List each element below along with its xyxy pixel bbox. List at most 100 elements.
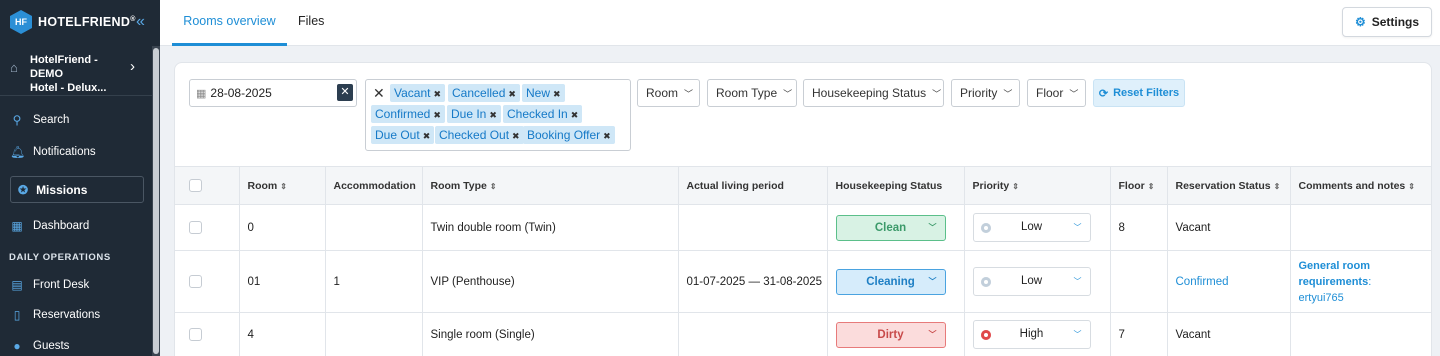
chevron-down-icon: ﹀ xyxy=(1073,277,1082,286)
sidebar-item-guests[interactable]: ● Guests xyxy=(0,333,152,356)
date-picker[interactable]: ▦ 28-08-2025 ✕ xyxy=(189,79,357,107)
row-select-cell[interactable] xyxy=(175,204,240,251)
room-filter[interactable]: Room ﹀ xyxy=(637,79,700,107)
room-type-cell: Single room (Single) xyxy=(422,312,679,356)
clear-date-icon[interactable]: ✕ xyxy=(337,84,353,101)
sidebar-item-front-desk[interactable]: ▤ Front Desk xyxy=(0,272,152,298)
select-all-checkbox[interactable] xyxy=(189,179,202,192)
housekeeping-select[interactable]: Cleaning ﹀ xyxy=(835,268,946,295)
home-icon: ⌂ xyxy=(10,60,18,75)
housekeeping-status-filter[interactable]: Housekeeping Status ﹀ xyxy=(803,79,944,107)
status-chip[interactable]: Cancelled ✖ xyxy=(448,84,520,102)
reset-filters-button[interactable]: ⟳ Reset Filters xyxy=(1093,79,1185,107)
status-chip[interactable]: Due Out ✖ xyxy=(371,126,435,144)
chevron-down-icon: ﹀ xyxy=(932,88,942,99)
room-type-filter[interactable]: Room Type ﹀ xyxy=(707,79,797,107)
chevron-down-icon: ﹀ xyxy=(1073,330,1082,339)
period-cell: 01-07-2025 — 31-08-2025 xyxy=(678,250,828,313)
remove-chip-icon: ✖ xyxy=(570,110,579,120)
chevron-down-icon: ﹀ xyxy=(1069,88,1079,99)
remove-chip-icon: ✖ xyxy=(433,89,442,99)
gear-icon: ⚙ xyxy=(1354,15,1366,29)
table-row: 0 Twin double room (Twin) Clean ﹀ Low ﹀ 8 … xyxy=(175,204,1431,251)
select-all-cell[interactable] xyxy=(175,166,240,205)
comment-note: General room requirements: ertyui765 xyxy=(1298,259,1372,304)
tab-rooms-overview[interactable]: Rooms overview xyxy=(172,0,287,46)
scrollbar-thumb[interactable] xyxy=(153,48,159,354)
brand-name: HOTELFRIEND® xyxy=(38,15,136,29)
col-floor[interactable]: Floor ⇕ xyxy=(1110,166,1168,205)
row-checkbox[interactable] xyxy=(189,221,202,234)
sidebar-scrollbar[interactable] xyxy=(152,46,160,356)
status-chip[interactable]: Due In ✖ xyxy=(447,105,501,123)
sort-icon: ⇕ xyxy=(489,181,497,191)
priority-low-icon xyxy=(980,277,991,287)
row-checkbox[interactable] xyxy=(189,275,202,288)
housekeeping-cell: Clean ﹀ xyxy=(827,204,965,251)
floor-cell: 7 xyxy=(1110,312,1168,356)
status-chip[interactable]: Vacant ✖ xyxy=(390,84,446,102)
sort-icon: ⇕ xyxy=(1147,181,1155,191)
rooms-card: ▦ 28-08-2025 ✕ ✕ Vacant ✖ Cancelled ✖ New ✖… xyxy=(174,62,1432,356)
priority-cell: Low ﹀ xyxy=(964,204,1111,251)
priority-select[interactable]: High ﹀ xyxy=(972,320,1091,349)
settings-button[interactable]: ⚙ Settings xyxy=(1342,7,1432,37)
chevron-down-icon: ﹀ xyxy=(783,88,793,99)
row-checkbox[interactable] xyxy=(189,328,202,341)
floor-cell xyxy=(1110,250,1168,313)
sidebar-item-reservations[interactable]: ▯ Reservations xyxy=(0,302,152,328)
remove-chip-icon: ✖ xyxy=(603,131,611,141)
chevron-down-icon: ﹀ xyxy=(1073,223,1082,232)
status-chip[interactable]: Checked Out ✖ xyxy=(435,126,524,144)
collapse-sidebar-icon[interactable]: « xyxy=(136,14,145,30)
tab-files[interactable]: Files xyxy=(298,0,324,46)
clear-status-icon[interactable]: ✕ xyxy=(373,85,385,102)
table-row: 01 1 VIP (Penthouse) 01-07-2025 — 31-08-… xyxy=(175,250,1431,313)
housekeeping-select[interactable]: Dirty ﹀ xyxy=(835,321,946,348)
hotel-selector[interactable]: ⌂ HotelFriend - DEMO Hotel - Delux... › xyxy=(0,46,152,96)
status-chip[interactable]: Booking Offer ✖ xyxy=(523,126,615,144)
brand-logo[interactable]: HF HOTELFRIEND® xyxy=(10,10,136,34)
col-comments[interactable]: Comments and notes ⇕ xyxy=(1290,166,1431,205)
room-cell: 4 xyxy=(239,312,326,356)
priority-filter[interactable]: Priority ﹀ xyxy=(951,79,1020,107)
accommodation-cell: 1 xyxy=(325,250,423,313)
reservation-status-link[interactable]: Confirmed xyxy=(1176,276,1229,288)
period-cell xyxy=(678,312,828,356)
reservation-status-cell: Vacant xyxy=(1167,312,1291,356)
remove-chip-icon: ✖ xyxy=(489,110,497,120)
chevron-down-icon: ﹀ xyxy=(928,276,937,286)
floor-filter[interactable]: Floor ﹀ xyxy=(1027,79,1086,107)
reservation-status-cell: Vacant xyxy=(1167,204,1291,251)
col-room[interactable]: Room ⇕ xyxy=(239,166,326,205)
remove-chip-icon: ✖ xyxy=(512,131,520,141)
col-living-period: Actual living period xyxy=(678,166,828,205)
col-reservation-status[interactable]: Reservation Status ⇕ xyxy=(1167,166,1291,205)
priority-select[interactable]: Low ﹀ xyxy=(972,267,1091,296)
col-priority[interactable]: Priority ⇕ xyxy=(964,166,1111,205)
comments-cell[interactable]: General room requirements: ertyui765 xyxy=(1290,250,1431,313)
sort-icon: ⇕ xyxy=(1012,181,1019,191)
date-value: 28-08-2025 xyxy=(210,86,272,100)
status-chip[interactable]: Checked In ✖ xyxy=(503,105,583,123)
sidebar-item-search[interactable]: ⚲ Search xyxy=(0,107,152,133)
accommodation-cell xyxy=(325,312,423,356)
sidebar-item-missions[interactable]: ✪ Missions xyxy=(10,176,144,203)
status-chip[interactable]: Confirmed ✖ xyxy=(371,105,445,123)
calendar-icon: ▦ xyxy=(196,87,207,100)
sidebar-item-dashboard[interactable]: ▦ Dashboard xyxy=(0,213,152,239)
row-select-cell[interactable] xyxy=(175,312,240,356)
document-icon: ▯ xyxy=(13,308,21,322)
sidebar-item-notifications[interactable]: 🔔︎ Notifications xyxy=(0,139,152,165)
chevron-down-icon: ﹀ xyxy=(928,222,937,232)
status-chip[interactable]: New ✖ xyxy=(522,84,565,102)
priority-select[interactable]: Low ﹀ xyxy=(972,213,1091,242)
col-room-type[interactable]: Room Type ⇕ xyxy=(422,166,679,205)
remove-chip-icon: ✖ xyxy=(422,131,431,141)
status-filter[interactable]: ✕ Vacant ✖ Cancelled ✖ New ✖ Confirmed ✖ Due… xyxy=(365,79,631,151)
chevron-down-icon: ﹀ xyxy=(684,88,694,99)
housekeeping-select[interactable]: Clean ﹀ xyxy=(835,214,946,241)
row-select-cell[interactable] xyxy=(175,250,240,313)
table-header-row: Room ⇕ Accommodation Room Type ⇕ Actual li… xyxy=(175,166,1431,205)
table-row: 4 Single room (Single) Dirty ﹀ High ﹀ 7 Va… xyxy=(175,312,1431,356)
